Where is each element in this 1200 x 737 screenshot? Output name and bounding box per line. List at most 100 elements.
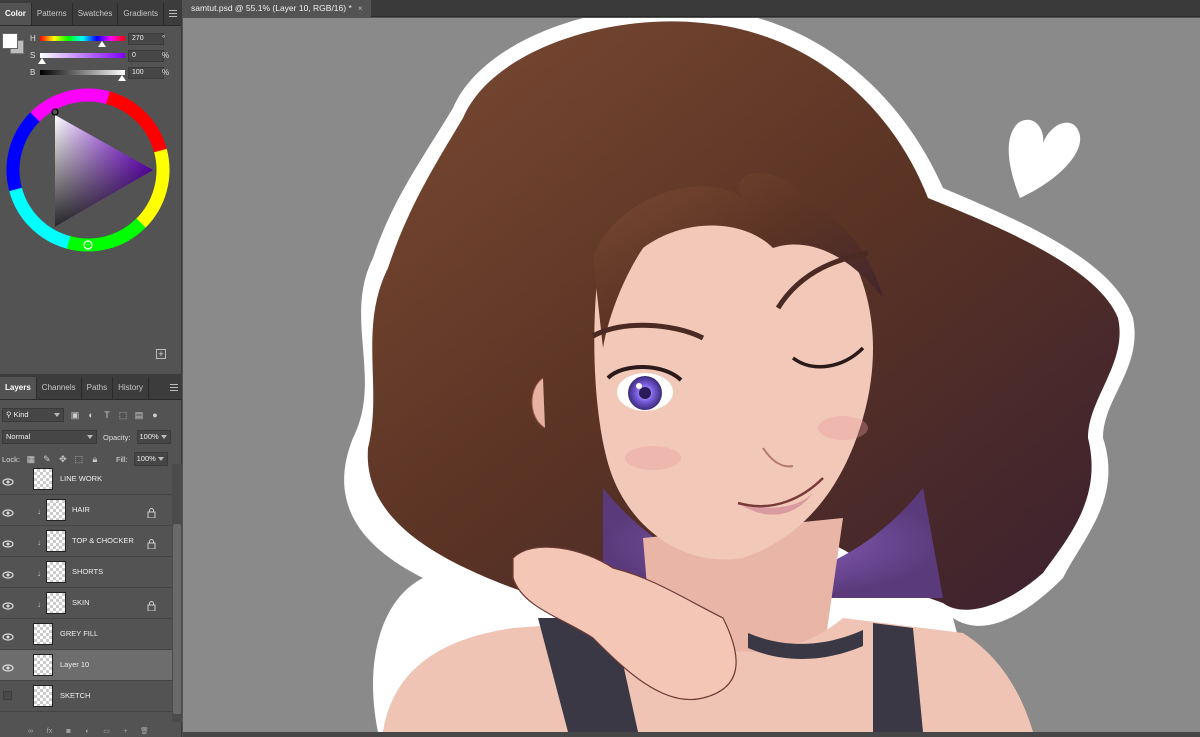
search-icon: ⚲: [6, 410, 12, 419]
layer-row[interactable]: ↓ HAIR: [0, 495, 172, 526]
layer-row[interactable]: ↓ TOP & CHOCKER: [0, 526, 172, 557]
lock-all-icon[interactable]: 🔒︎: [90, 454, 100, 464]
saturation-slider-thumb[interactable]: [38, 58, 46, 64]
add-swatch-icon[interactable]: +: [156, 349, 166, 359]
scrollbar-thumb[interactable]: [173, 524, 181, 714]
new-group-icon[interactable]: ▭: [102, 728, 111, 736]
layer-list: LINE WORK ↓ HAIR ↓ TOP & CHOCKER ↓ SHORTS ↓ SKIN…: [0, 464, 172, 722]
layer-thumbnail[interactable]: [33, 654, 53, 676]
opacity-field[interactable]: 100%: [136, 430, 171, 444]
eye-icon[interactable]: [2, 474, 14, 486]
lock-transparent-icon[interactable]: ▦: [26, 454, 36, 464]
layers-menu-icon[interactable]: [168, 377, 182, 399]
layer-row[interactable]: GREY FILL: [0, 619, 172, 650]
kind-filter-select[interactable]: ⚲ Kind: [2, 408, 64, 422]
shape-filter-icon[interactable]: ⬚: [118, 410, 128, 420]
layer-thumbnail[interactable]: [33, 623, 53, 645]
tab-gradients[interactable]: Gradients: [118, 3, 165, 25]
eye-icon[interactable]: [2, 660, 14, 672]
tab-history[interactable]: History: [113, 377, 149, 399]
hue-slider[interactable]: [40, 36, 125, 41]
layer-name[interactable]: GREY FILL: [60, 629, 98, 638]
eye-highlight: [636, 383, 642, 389]
layer-thumbnail[interactable]: [46, 499, 66, 521]
layer-name[interactable]: HAIR: [72, 505, 90, 514]
eye-icon[interactable]: [2, 536, 14, 548]
adjustment-layer-icon[interactable]: ◐: [83, 728, 92, 736]
new-layer-icon[interactable]: +: [121, 728, 130, 736]
layer-thumbnail[interactable]: [33, 468, 53, 490]
tab-channels[interactable]: Channels: [37, 377, 82, 399]
pixel-filter-icon[interactable]: ▣: [70, 410, 80, 420]
tab-layers[interactable]: Layers: [0, 377, 37, 399]
saturation-slider[interactable]: [40, 53, 125, 58]
adjustment-filter-icon[interactable]: ◐: [86, 410, 96, 420]
layer-thumbnail[interactable]: [33, 685, 53, 707]
document-tab[interactable]: samtut.psd @ 55.1% (Layer 10, RGB/16) * ×: [183, 0, 371, 17]
foreground-color-swatch[interactable]: [2, 33, 18, 49]
layer-style-icon[interactable]: fx: [45, 728, 54, 736]
color-wheel[interactable]: [5, 87, 171, 253]
layer-name[interactable]: SKIN: [72, 598, 90, 607]
brightness-slider-row: B 100 %: [30, 67, 180, 81]
layer-row[interactable]: LINE WORK: [0, 464, 172, 495]
panel-menu-icon[interactable]: [167, 3, 181, 25]
eye-icon[interactable]: [2, 598, 14, 610]
document-canvas[interactable]: [183, 18, 1200, 732]
layers-bottom-toolbar: ∞ fx ◙ ◐ ▭ + 🗑︎: [0, 727, 182, 737]
brightness-value-field[interactable]: 100: [128, 67, 164, 79]
layer-name[interactable]: LINE WORK: [60, 474, 102, 483]
eye-icon[interactable]: [2, 505, 14, 517]
clipping-mask-icon: ↓: [37, 569, 41, 578]
tab-paths[interactable]: Paths: [82, 377, 114, 399]
close-icon[interactable]: ×: [358, 3, 363, 13]
document-tab-bar: samtut.psd @ 55.1% (Layer 10, RGB/16) * ×: [183, 0, 1200, 17]
hue-value-field[interactable]: 270: [128, 33, 164, 45]
tab-color[interactable]: Color: [0, 3, 32, 25]
lock-image-icon[interactable]: ✎: [42, 454, 52, 464]
tab-swatches[interactable]: Swatches: [73, 3, 119, 25]
clipping-mask-icon: ↓: [37, 600, 41, 609]
hue-label: H: [30, 34, 36, 43]
layer-name[interactable]: Layer 10: [60, 660, 89, 669]
layer-thumbnail[interactable]: [46, 592, 66, 614]
layer-row[interactable]: Layer 10: [0, 650, 172, 681]
layer-name[interactable]: SHORTS: [72, 567, 103, 576]
blend-row: Normal Opacity: 100%: [0, 426, 182, 448]
delete-layer-icon[interactable]: 🗑︎: [140, 728, 149, 736]
blend-mode-select[interactable]: Normal: [2, 430, 97, 444]
link-layers-icon[interactable]: ∞: [26, 728, 35, 736]
add-mask-icon[interactable]: ◙: [64, 728, 73, 736]
layer-row[interactable]: ↓ SKIN: [0, 588, 172, 619]
layer-name[interactable]: SKETCH: [60, 691, 90, 700]
smart-object-filter-icon[interactable]: ▤: [134, 410, 144, 420]
visibility-toggle[interactable]: [3, 691, 12, 700]
color-panel-tabs: Color Patterns Swatches Gradients: [0, 0, 181, 26]
saturation-value-field[interactable]: 0: [128, 50, 164, 62]
brightness-slider[interactable]: [40, 70, 125, 75]
layer-row[interactable]: SKETCH: [0, 681, 172, 712]
lock-label: Lock:: [2, 454, 20, 464]
hue-slider-thumb[interactable]: [98, 41, 106, 47]
layer-name[interactable]: TOP & CHOCKER: [72, 536, 134, 545]
eye-icon[interactable]: [2, 629, 14, 641]
tab-patterns[interactable]: Patterns: [32, 3, 73, 25]
lock-artboard-icon[interactable]: ⬚: [74, 454, 84, 464]
layer-filter-row: ⚲ Kind ▣ ◐ T ⬚ ▤ ●: [0, 404, 182, 426]
lock-position-icon[interactable]: ✥: [58, 454, 68, 464]
layer-thumbnail[interactable]: [46, 561, 66, 583]
layer-row[interactable]: ↓ SHORTS: [0, 557, 172, 588]
saturation-slider-row: S 0 %: [30, 50, 180, 64]
status-bar: [183, 732, 1200, 737]
layer-list-scrollbar[interactable]: [172, 464, 182, 722]
layers-panel-tabs: Layers Channels Paths History: [0, 374, 182, 400]
brightness-slider-thumb[interactable]: [118, 75, 126, 81]
eye-icon[interactable]: [2, 567, 14, 579]
brightness-unit: %: [162, 68, 170, 77]
fill-label: Fill:: [115, 454, 128, 464]
layer-thumbnail[interactable]: [46, 530, 66, 552]
filter-toggle-icon[interactable]: ●: [150, 410, 160, 420]
lock-icon: [147, 598, 156, 612]
lock-icon: [147, 505, 156, 519]
type-filter-icon[interactable]: T: [102, 410, 112, 420]
